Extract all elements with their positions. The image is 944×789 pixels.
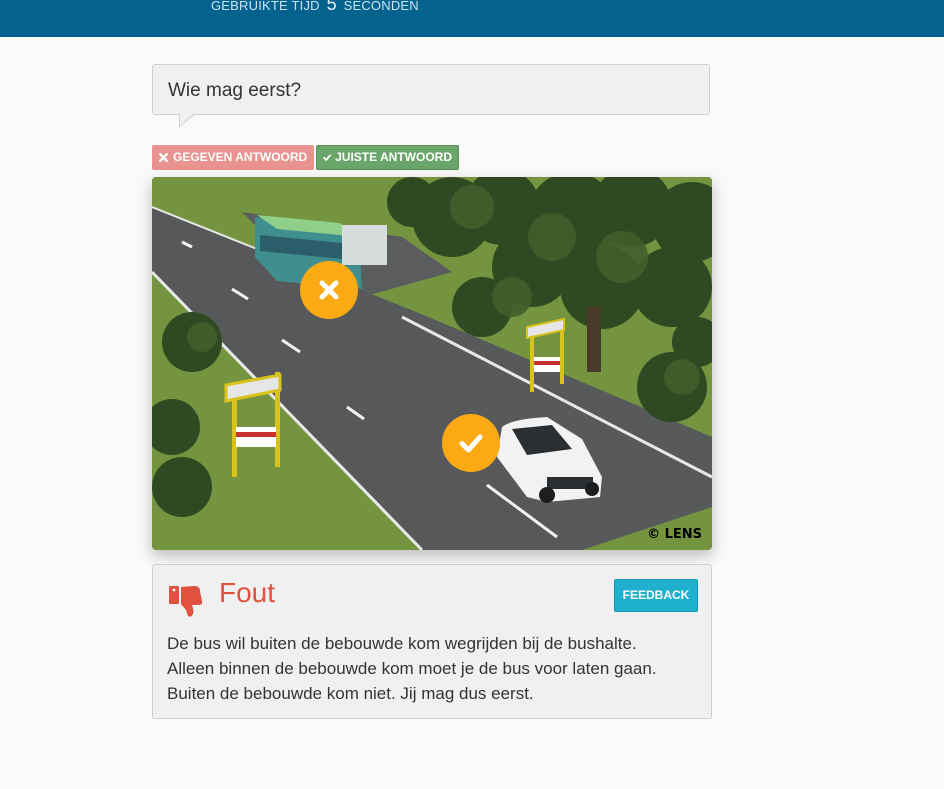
feedback-button[interactable]: FEEDBACK [614,579,698,612]
thumbs-down-icon [169,586,203,617]
correct-answer-label: JUISTE ANTWOORD [335,150,452,164]
explanation-text: De bus wil buiten de bebouwde kom wegrij… [167,631,702,706]
close-icon [319,280,339,300]
image-copyright: © LENS [647,527,702,542]
correct-answer-badge: JUISTE ANTWOORD [316,145,459,170]
bus-answer-marker[interactable] [300,261,358,319]
check-icon [459,434,483,453]
question-bubble: Wie mag eerst? [152,64,710,128]
explanation-line: De bus wil buiten de bebouwde kom wegrij… [167,634,637,653]
question-text: Wie mag eerst? [168,80,302,101]
explanation-line: Alleen binnen de bebouwde kom moet je de… [167,659,657,678]
timer-value: 5 [326,0,337,14]
timer-suffix: SECONDEN [343,0,419,13]
result-panel: Fout FEEDBACK De bus wil buiten de bebou… [152,564,712,719]
given-answer-badge: GEGEVEN ANTWOORD [152,145,314,170]
explanation-line: Buiten de bebouwde kom niet. Jij mag dus… [167,684,534,703]
close-icon [158,152,169,163]
top-bar: GEBRUIKTE TIJD 5 SECONDEN [0,0,944,37]
scene-illustration [152,177,712,550]
car-answer-marker[interactable] [442,414,500,472]
timer-prefix: GEBRUIKTE TIJD [211,0,320,13]
check-icon [323,154,332,161]
traffic-scene-image: © LENS [152,177,712,550]
given-answer-label: GEGEVEN ANTWOORD [173,150,308,164]
timer-readout: GEBRUIKTE TIJD 5 SECONDEN [211,0,419,15]
result-verdict: Fout [219,577,276,608]
